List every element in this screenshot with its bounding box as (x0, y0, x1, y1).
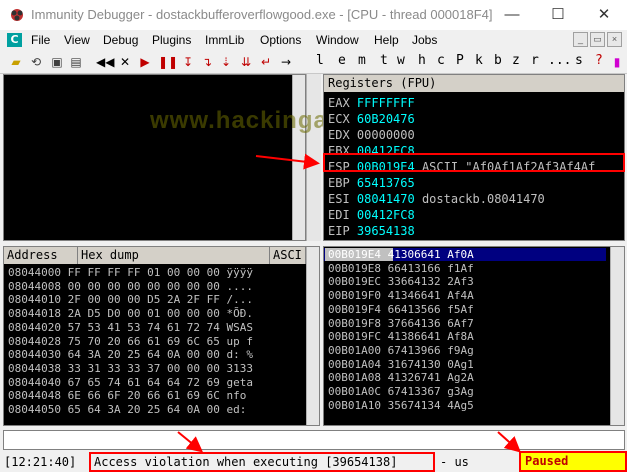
paused-arrow (497, 431, 521, 453)
status-arrow (177, 431, 204, 453)
esp-arrow (255, 153, 320, 170)
annotation-arrows (177, 153, 521, 453)
